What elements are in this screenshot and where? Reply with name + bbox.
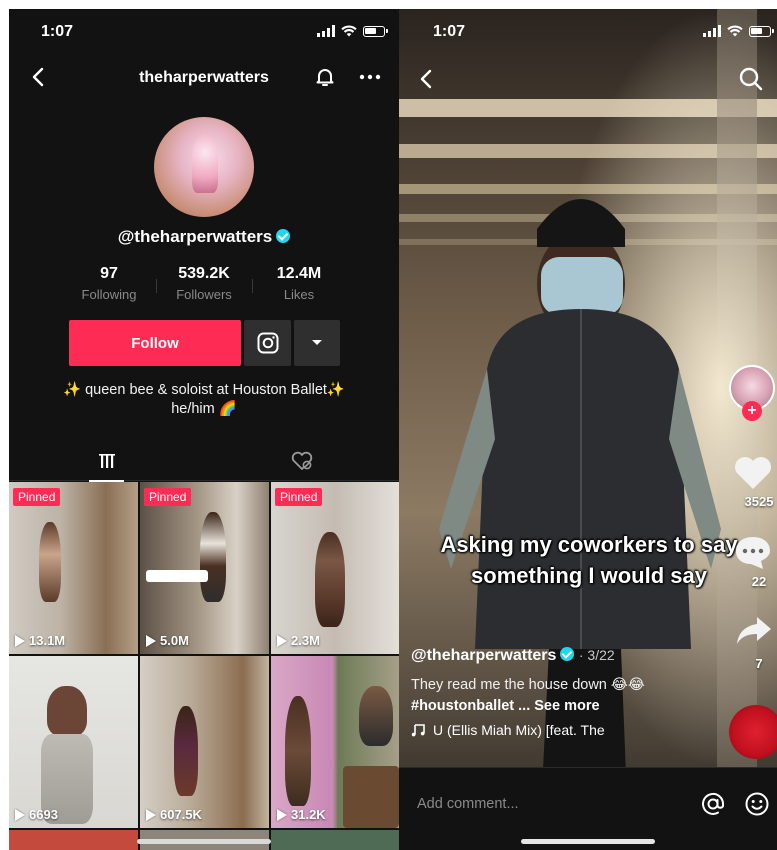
status-icons	[703, 25, 774, 37]
hidden-heart-icon	[291, 451, 312, 470]
video-thumbnail[interactable]: Pinned 2.3M	[271, 482, 399, 654]
see-more-link[interactable]: See more	[534, 698, 599, 714]
stat-following[interactable]: 97 Following	[59, 265, 159, 302]
pinned-badge: Pinned	[144, 488, 192, 506]
status-icons	[317, 25, 388, 37]
heart-icon[interactable]	[733, 455, 773, 491]
search-icon[interactable]	[737, 65, 765, 93]
video-thumbnail[interactable]: 607.5K	[140, 656, 269, 828]
profile-screen: 1:07 theharperwatters @theharperwatters …	[9, 9, 399, 850]
more-options-icon[interactable]	[357, 65, 383, 89]
follow-button[interactable]: Follow	[69, 320, 241, 366]
verified-icon	[276, 229, 291, 243]
pinned-badge: Pinned	[275, 488, 323, 506]
view-count: 6693	[15, 807, 58, 822]
video-description: @theharperwatters · 3/22 They read me th…	[411, 647, 731, 738]
video-author[interactable]: @theharperwatters · 3/22	[411, 647, 731, 665]
bio-line: ✨ queen bee & soloist at Houston Ballet✨	[63, 382, 345, 398]
view-count: 31.2K	[277, 807, 326, 822]
grid-icon	[98, 454, 115, 468]
overlay-line: something I would say	[471, 563, 707, 588]
status-time: 1:07	[433, 23, 466, 40]
video-screen: 1:07 Asking my coworkers to say somethin…	[399, 9, 777, 850]
play-icon	[146, 808, 156, 821]
battery-icon	[363, 25, 388, 37]
play-icon	[277, 634, 287, 647]
music-disc[interactable]	[729, 705, 777, 759]
add-comment-input[interactable]: Add comment...	[417, 796, 519, 812]
view-count: 13.1M	[15, 633, 65, 648]
tab-liked[interactable]	[204, 441, 399, 481]
wifi-icon	[727, 25, 743, 37]
view-count: 5.0M	[146, 633, 189, 648]
video-thumbnail[interactable]: Pinned 5.0M	[140, 482, 269, 654]
video-thumbnail[interactable]: 6693	[9, 656, 138, 828]
stat-label: Likes	[283, 287, 315, 302]
stat-likes[interactable]: 12.4M Likes	[249, 265, 349, 302]
play-icon	[15, 634, 25, 647]
comment-icon[interactable]	[733, 533, 773, 571]
video-thumbnail[interactable]: Pinned 13.1M	[9, 482, 138, 654]
home-indicator	[137, 839, 271, 844]
home-indicator	[521, 839, 655, 844]
emoji-icon[interactable]	[743, 790, 771, 818]
view-count: 607.5K	[146, 807, 202, 822]
profile-tabs	[9, 441, 399, 482]
music-title: U (Ellis Miah Mix) [feat. The	[433, 722, 605, 738]
suggested-accounts-button[interactable]	[294, 320, 340, 366]
profile-avatar[interactable]	[154, 117, 254, 217]
wifi-icon	[341, 25, 357, 37]
mention-icon[interactable]	[699, 790, 727, 818]
pinned-badge: Pinned	[13, 488, 61, 506]
video-thumbnail[interactable]	[271, 830, 399, 850]
video-text-overlay: Asking my coworkers to say something I w…	[409, 529, 769, 591]
video-thumbnail[interactable]: 31.2K	[271, 656, 399, 828]
profile-header: theharperwatters	[9, 61, 399, 97]
play-icon	[146, 634, 156, 647]
comment-count: 22	[751, 574, 767, 589]
signal-icon	[703, 25, 721, 37]
stat-value: 12.4M	[276, 265, 322, 282]
follow-plus-icon[interactable]: +	[742, 401, 762, 421]
handle-text: @theharperwatters	[117, 227, 273, 246]
instagram-icon	[257, 332, 278, 354]
comment-bar: Add comment...	[399, 767, 777, 850]
overlay-line: Asking my coworkers to say	[440, 532, 738, 557]
status-time: 1:07	[41, 23, 74, 40]
view-count: 2.3M	[277, 633, 320, 648]
stat-label: Following	[81, 287, 137, 302]
play-icon	[277, 808, 287, 821]
share-icon[interactable]	[735, 613, 773, 647]
stat-value: 539.2K	[178, 265, 230, 282]
video-thumbnail[interactable]	[9, 830, 138, 850]
page-title: theharperwatters	[139, 69, 269, 86]
author-handle: @theharperwatters	[411, 647, 557, 664]
hashtag-link[interactable]: #houstonballet ...	[411, 698, 530, 714]
hashtag-line: #houstonballet ... See more	[411, 698, 731, 714]
stat-followers[interactable]: 539.2K Followers	[154, 265, 254, 302]
back-arrow-icon[interactable]	[413, 65, 441, 93]
post-date: · 3/22	[578, 647, 615, 663]
bell-icon[interactable]	[313, 65, 337, 89]
tab-videos[interactable]	[9, 441, 204, 482]
stat-value: 97	[100, 265, 118, 282]
instagram-button[interactable]	[244, 320, 291, 366]
bio-line: he/him 🌈	[171, 401, 237, 417]
verified-icon	[560, 647, 575, 661]
music-note-icon	[411, 724, 425, 737]
play-icon	[15, 808, 25, 821]
music-ticker[interactable]: U (Ellis Miah Mix) [feat. The	[411, 722, 621, 738]
status-bar: 1:07	[9, 9, 399, 53]
caret-down-icon	[312, 340, 322, 345]
like-count: 3525	[744, 494, 774, 509]
profile-handle: @theharperwatters	[9, 227, 399, 247]
battery-icon	[749, 25, 774, 37]
profile-bio: ✨ queen bee & soloist at Houston Ballet✨…	[9, 381, 399, 419]
stat-label: Followers	[176, 287, 232, 302]
caption-text: They read me the house down 😂😂	[411, 677, 645, 693]
signal-icon	[317, 25, 335, 37]
